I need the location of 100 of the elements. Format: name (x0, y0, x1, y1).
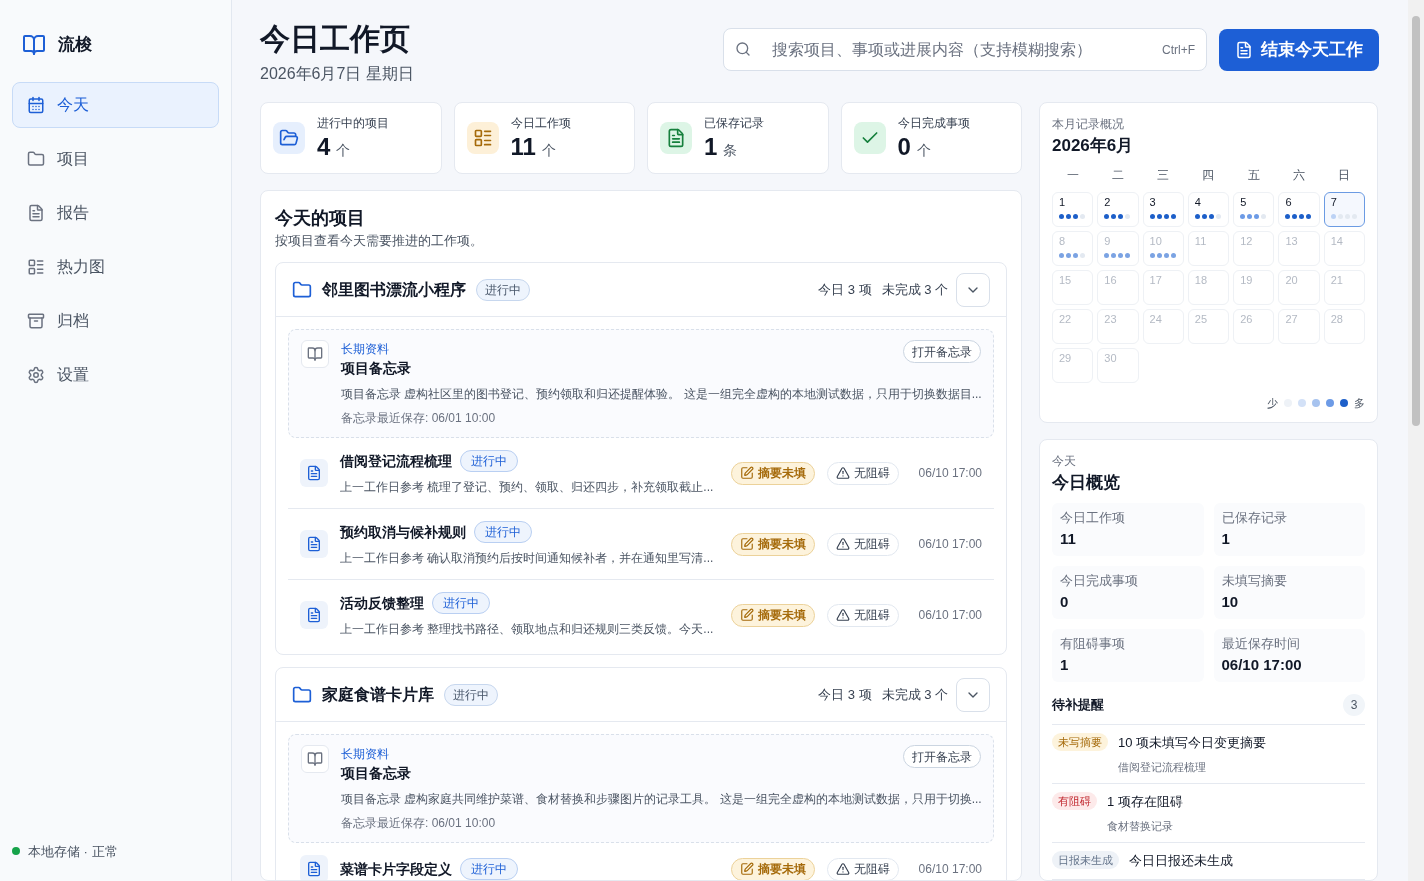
search-icon (735, 41, 751, 57)
shortcut-hint: Ctrl+F (1162, 42, 1195, 59)
weekday-label: 三 (1156, 167, 1171, 184)
nav-item[interactable]: 报告 (12, 189, 219, 236)
list-icon (466, 121, 499, 154)
edit-icon (739, 608, 754, 623)
status-badge: 进行中 (460, 450, 518, 473)
calendar-day[interactable]: 15 (1052, 270, 1094, 305)
calendar-month: 2026年6月 (1052, 134, 1135, 157)
scrollbar[interactable] (1408, 0, 1424, 881)
calendar-day[interactable]: 12 (1233, 231, 1275, 266)
folder-icon (292, 279, 312, 300)
calendar-icon (27, 95, 45, 114)
calendar-day[interactable]: 25 (1187, 309, 1230, 344)
page-title: 今日工作页 (260, 21, 411, 57)
reminder-count: 3 (1343, 694, 1365, 716)
calendar-day[interactable]: 19 (1233, 270, 1275, 305)
memo-saved-time: 备忘录最近保存: 06/01 10:00 (341, 410, 497, 428)
reminder-text: 1 项存在阻碍 (1107, 793, 1183, 811)
finish-day-button[interactable]: 结束今天工作 (1219, 28, 1379, 71)
nav-item[interactable]: 热力图 (12, 243, 219, 290)
calendar-day[interactable]: 24 (1142, 309, 1184, 344)
open-memo-button[interactable]: 打开备忘录 (903, 340, 981, 364)
calendar-day[interactable]: 1 (1052, 192, 1094, 227)
calendar-day[interactable]: 29 (1052, 348, 1094, 383)
calendar-day[interactable]: 28 (1323, 309, 1365, 344)
task-description: 上一工作日参考 整理找书路径、领取地点和归还规则三类反馈。今天... (340, 621, 715, 639)
document-icon (300, 459, 328, 488)
tile-value: 11 (1060, 528, 1077, 549)
calendar-day[interactable]: 26 (1233, 309, 1275, 344)
stat-value: 11 (510, 131, 536, 162)
reminder-text: 10 项未填写今日变更摘要 (1118, 734, 1267, 752)
calendar-day[interactable]: 20 (1278, 270, 1320, 305)
calendar-day[interactable]: 10 (1142, 231, 1184, 266)
calendar-day[interactable]: 13 (1278, 231, 1320, 266)
status-badge: 进行中 (432, 592, 490, 615)
calendar-day[interactable]: 21 (1323, 270, 1365, 305)
edit-icon (739, 537, 754, 552)
weekday-label: 日 (1337, 167, 1352, 184)
collapse-button[interactable] (956, 677, 990, 712)
app-name: 流梭 (58, 34, 92, 56)
calendar-day[interactable]: 16 (1097, 270, 1139, 305)
logo-icon (22, 32, 46, 57)
weekday-label: 一 (1065, 167, 1080, 184)
stat-unit: 条 (723, 140, 738, 160)
archive-icon (27, 311, 45, 330)
summary-missing-badge: 摘要未填 (730, 603, 815, 627)
nav-item[interactable]: 项目 (12, 135, 219, 182)
open-memo-button[interactable]: 打开备忘录 (903, 745, 981, 769)
due-time: 06/10 17:00 (918, 607, 982, 625)
memo-description: 项目备忘录 虚构家庭共同维护菜谱、食材替换和步骤图片的记录工具。 这是一组完全虚构的本地测试数据，只用于切换... (341, 791, 981, 809)
tile-label: 今日完成事项 (1060, 573, 1139, 590)
storage-status: 本地存储 · 正常 (28, 842, 118, 861)
calendar-caption: 本月记录概况 (1052, 115, 1125, 133)
tile-value: 06/10 17:00 (1221, 654, 1303, 675)
page-date: 2026年6月7日 星期日 (260, 63, 414, 84)
document-icon (660, 121, 692, 154)
folder-icon (27, 149, 45, 168)
task-description: 上一工作日参考 梳理了登记、预约、领取、归还四步，补充领取截止... (340, 479, 715, 497)
open-count: 未完成 3 个 (881, 686, 948, 704)
nav-item[interactable]: 今天 (12, 81, 219, 128)
weekday-label: 四 (1201, 167, 1216, 184)
calendar-day[interactable]: 11 (1187, 231, 1230, 266)
task-title: 预约取消与候补规则 (340, 522, 466, 542)
task-title: 借阅登记流程梳理 (340, 451, 452, 471)
calendar-day[interactable]: 22 (1052, 309, 1094, 344)
status-badge: 进行中 (444, 683, 498, 706)
calendar-day[interactable]: 5 (1233, 192, 1275, 227)
calendar-day[interactable]: 27 (1278, 309, 1320, 344)
task-description: 上一工作日参考 确认取消预约后按时间通知候补者，并在通知里写清... (340, 550, 715, 568)
calendar-day[interactable]: 17 (1142, 270, 1184, 305)
calendar-day[interactable]: 18 (1187, 270, 1230, 305)
calendar-day[interactable]: 7 (1323, 192, 1365, 227)
calendar-day[interactable]: 23 (1097, 309, 1139, 344)
due-time: 06/10 17:00 (918, 861, 982, 879)
tile-label: 有阻碍事项 (1060, 636, 1126, 653)
document-icon (27, 203, 45, 222)
stat-label: 今日工作项 (510, 114, 571, 132)
calendar-day[interactable]: 2 (1097, 192, 1139, 227)
stat-value: 0 (897, 131, 911, 162)
stat-label: 已保存记录 (704, 114, 764, 132)
tile-value: 10 (1221, 591, 1240, 612)
calendar-day[interactable]: 14 (1323, 231, 1365, 266)
nav-item[interactable]: 设置 (12, 351, 219, 398)
calendar-day[interactable]: 8 (1052, 231, 1094, 266)
stat-label: 进行中的项目 (317, 114, 389, 132)
calendar-day[interactable]: 9 (1097, 231, 1139, 266)
no-blocker-badge: 无阻碍 (826, 857, 899, 880)
reminders-title: 待补提醒 (1052, 696, 1104, 715)
today-count: 今日 3 项 (818, 686, 872, 704)
calendar-day[interactable]: 30 (1097, 348, 1139, 383)
calendar-day[interactable]: 4 (1187, 192, 1230, 227)
tile-value: 1 (1221, 528, 1231, 549)
calendar-day[interactable]: 6 (1278, 192, 1320, 227)
warning-icon (835, 862, 850, 877)
calendar-day[interactable]: 3 (1142, 192, 1184, 227)
legend-low: 少 (1267, 396, 1278, 411)
memo-title: 项目备忘录 (341, 764, 411, 784)
collapse-button[interactable] (956, 272, 990, 307)
nav-item[interactable]: 归档 (12, 297, 219, 344)
